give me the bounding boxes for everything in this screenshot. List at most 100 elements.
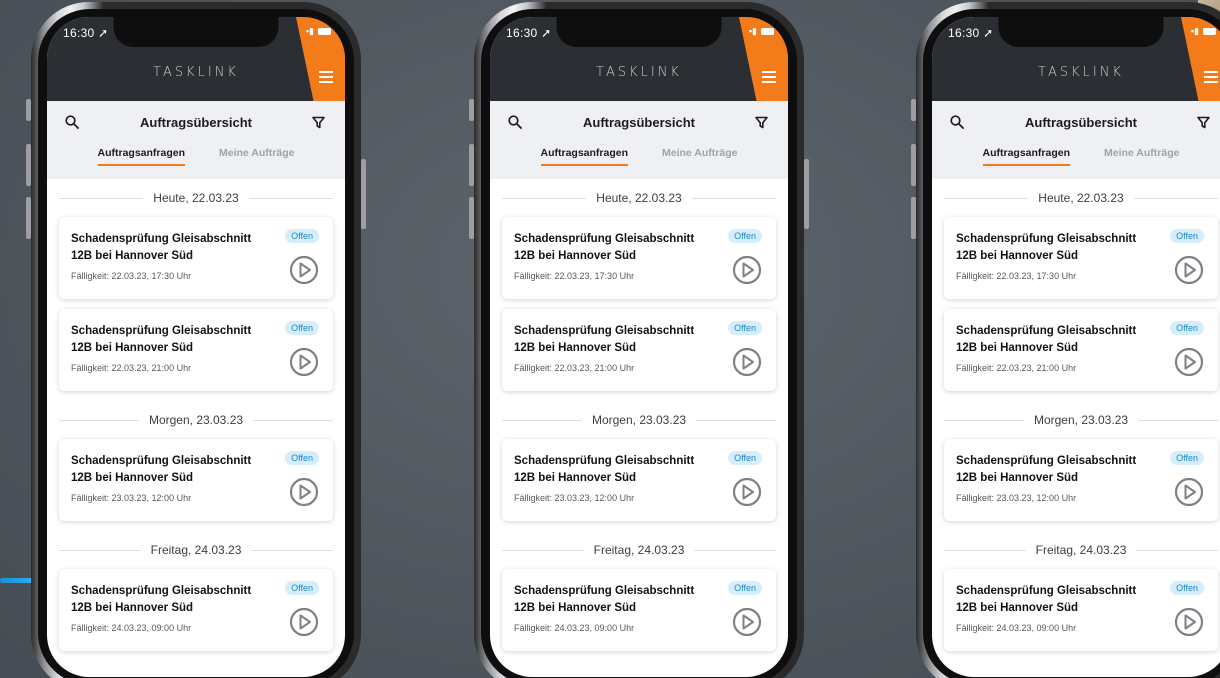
task-title: Schadensprüfung Gleisabschnitt 12B bei H… — [956, 585, 1137, 614]
phone-side-button — [361, 159, 366, 229]
play-icon[interactable] — [1174, 607, 1204, 637]
status-badge: Offen — [728, 451, 762, 465]
brand-logo: TASKLINK — [153, 65, 239, 80]
tab-bar: Auftragsanfragen Meine Aufträge — [47, 147, 345, 166]
status-icons: ▪▮ — [1191, 26, 1216, 37]
task-title: Schadensprüfung Gleisabschnitt 12B bei H… — [514, 325, 695, 354]
phone-side-button — [469, 144, 474, 186]
task-title: Schadensprüfung Gleisabschnitt 12B bei H… — [71, 233, 252, 262]
task-due-date: Fälligkeit: 24.03.23, 09:00 Uhr — [514, 623, 635, 633]
task-title: Schadensprüfung Gleisabschnitt 12B bei H… — [514, 233, 695, 262]
battery-icon — [761, 28, 774, 35]
signal-icon: ▪▮ — [748, 26, 757, 36]
page-title: Auftragsübersicht — [583, 115, 695, 130]
task-due-date: Fälligkeit: 22.03.23, 17:30 Uhr — [956, 271, 1077, 281]
play-icon[interactable] — [1174, 347, 1204, 377]
phone-side-button — [469, 99, 474, 121]
status-badge: Offen — [285, 581, 319, 595]
play-icon[interactable] — [1174, 477, 1204, 507]
status-time: 16:30 ➚ — [948, 26, 994, 40]
tab-auftragsanfragen[interactable]: Auftragsanfragen — [540, 147, 629, 166]
date-label: Heute, 22.03.23 — [153, 191, 239, 205]
phone-notch — [556, 17, 722, 47]
task-title: Schadensprüfung Gleisabschnitt 12B bei H… — [514, 455, 695, 484]
play-icon[interactable] — [289, 255, 319, 285]
task-card[interactable]: Schadensprüfung Gleisabschnitt 12B bei H… — [944, 217, 1218, 299]
date-divider: Heute, 22.03.23 — [502, 179, 776, 217]
tab-auftragsanfragen[interactable]: Auftragsanfragen — [97, 147, 186, 166]
menu-icon[interactable] — [1204, 71, 1218, 86]
brand-logo: TASKLINK — [596, 65, 682, 80]
phone-mockup: 16:30 ➚ ▪▮ TASKLINK Auftragsübersicht Au… — [26, 2, 366, 678]
play-icon[interactable] — [732, 477, 762, 507]
menu-icon[interactable] — [319, 71, 333, 86]
menu-icon[interactable] — [762, 71, 776, 86]
phone-notch — [998, 17, 1164, 47]
play-icon[interactable] — [289, 607, 319, 637]
filter-icon[interactable] — [1197, 116, 1210, 129]
status-icons: ▪▮ — [306, 26, 331, 37]
phone-side-button — [26, 99, 31, 121]
date-divider: Freitag, 24.03.23 — [502, 531, 776, 569]
task-card[interactable]: Schadensprüfung Gleisabschnitt 12B bei H… — [59, 309, 333, 391]
play-icon[interactable] — [289, 347, 319, 377]
play-icon[interactable] — [732, 607, 762, 637]
date-label: Morgen, 23.03.23 — [591, 413, 687, 427]
task-list: Heute, 22.03.23 Schadensprüfung Gleisabsc… — [932, 179, 1220, 651]
date-label: Freitag, 24.03.23 — [593, 543, 685, 557]
task-card[interactable]: Schadensprüfung Gleisabschnitt 12B bei H… — [944, 569, 1218, 651]
tab-meine-auftraege[interactable]: Meine Aufträge — [662, 147, 737, 166]
status-time: 16:30 ➚ — [63, 26, 109, 40]
status-badge: Offen — [728, 581, 762, 595]
task-due-date: Fälligkeit: 22.03.23, 17:30 Uhr — [71, 271, 192, 281]
tab-meine-auftraege[interactable]: Meine Aufträge — [1104, 147, 1179, 166]
toolbar: Auftragsübersicht Auftragsanfragen Meine… — [47, 101, 345, 179]
task-card[interactable]: Schadensprüfung Gleisabschnitt 12B bei H… — [944, 439, 1218, 521]
app-screen: 16:30 ➚ ▪▮ TASKLINK Auftragsübersicht Au… — [490, 17, 788, 677]
phone-side-button — [26, 144, 31, 186]
status-badge: Offen — [1170, 321, 1204, 335]
task-due-date: Fälligkeit: 23.03.23, 12:00 Uhr — [956, 493, 1077, 503]
task-due-date: Fälligkeit: 22.03.23, 21:00 Uhr — [71, 363, 192, 373]
task-card[interactable]: Schadensprüfung Gleisabschnitt 12B bei H… — [502, 309, 776, 391]
battery-icon — [1203, 28, 1216, 35]
task-card[interactable]: Schadensprüfung Gleisabschnitt 12B bei H… — [502, 439, 776, 521]
filter-icon[interactable] — [312, 116, 325, 129]
play-icon[interactable] — [732, 255, 762, 285]
date-divider: Morgen, 23.03.23 — [502, 401, 776, 439]
task-title: Schadensprüfung Gleisabschnitt 12B bei H… — [71, 325, 252, 354]
tab-meine-auftraege[interactable]: Meine Aufträge — [219, 147, 294, 166]
status-badge: Offen — [1170, 451, 1204, 465]
task-card[interactable]: Schadensprüfung Gleisabschnitt 12B bei H… — [59, 217, 333, 299]
task-due-date: Fälligkeit: 23.03.23, 12:00 Uhr — [71, 493, 192, 503]
task-card[interactable]: Schadensprüfung Gleisabschnitt 12B bei H… — [59, 439, 333, 521]
date-divider: Heute, 22.03.23 — [944, 179, 1218, 217]
task-due-date: Fälligkeit: 24.03.23, 09:00 Uhr — [956, 623, 1077, 633]
date-divider: Morgen, 23.03.23 — [59, 401, 333, 439]
date-label: Heute, 22.03.23 — [1038, 191, 1124, 205]
phone-side-button — [804, 159, 809, 229]
play-icon[interactable] — [289, 477, 319, 507]
status-badge: Offen — [285, 451, 319, 465]
tab-auftragsanfragen[interactable]: Auftragsanfragen — [982, 147, 1071, 166]
task-card[interactable]: Schadensprüfung Gleisabschnitt 12B bei H… — [502, 569, 776, 651]
status-badge: Offen — [285, 321, 319, 335]
status-badge: Offen — [285, 229, 319, 243]
phone-side-button — [911, 144, 916, 186]
phone-mockup: 16:30 ➚ ▪▮ TASKLINK Auftragsübersicht Au… — [911, 2, 1220, 678]
task-card[interactable]: Schadensprüfung Gleisabschnitt 12B bei H… — [944, 309, 1218, 391]
task-card[interactable]: Schadensprüfung Gleisabschnitt 12B bei H… — [59, 569, 333, 651]
date-label: Heute, 22.03.23 — [596, 191, 682, 205]
task-card[interactable]: Schadensprüfung Gleisabschnitt 12B bei H… — [502, 217, 776, 299]
status-badge: Offen — [728, 321, 762, 335]
toolbar: Auftragsübersicht Auftragsanfragen Meine… — [490, 101, 788, 179]
task-due-date: Fälligkeit: 24.03.23, 09:00 Uhr — [71, 623, 192, 633]
play-icon[interactable] — [732, 347, 762, 377]
app-screen: 16:30 ➚ ▪▮ TASKLINK Auftragsübersicht Au… — [932, 17, 1220, 677]
task-title: Schadensprüfung Gleisabschnitt 12B bei H… — [956, 233, 1137, 262]
play-icon[interactable] — [1174, 255, 1204, 285]
task-title: Schadensprüfung Gleisabschnitt 12B bei H… — [956, 455, 1137, 484]
signal-icon: ▪▮ — [305, 26, 314, 36]
phone-side-button — [911, 197, 916, 239]
filter-icon[interactable] — [755, 116, 768, 129]
